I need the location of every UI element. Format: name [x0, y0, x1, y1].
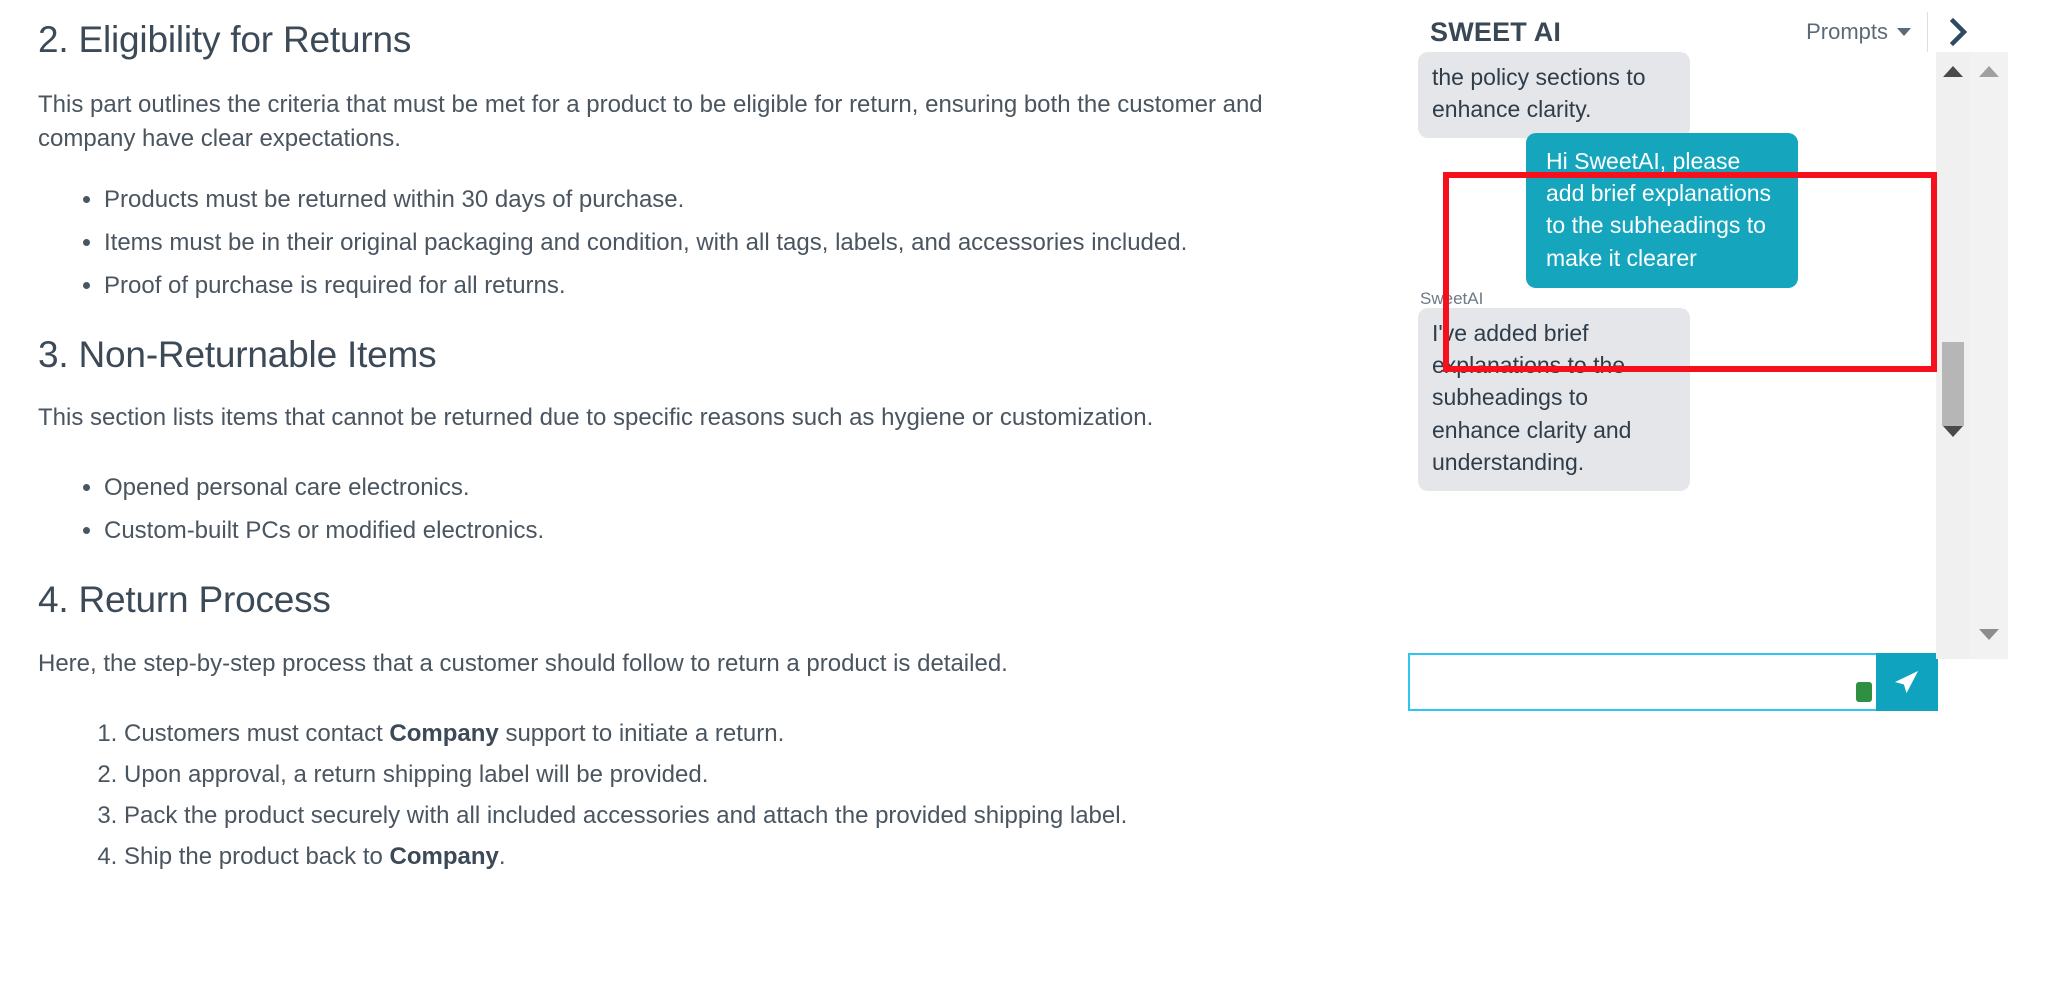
chat-message-assistant: the policy sections to enhance clarity. — [1418, 52, 1694, 139]
list-item: Custom-built PCs or modified electronics… — [104, 514, 1344, 548]
scroll-down-arrow-icon[interactable] — [1979, 629, 1999, 640]
prompts-dropdown[interactable]: Prompts — [1806, 19, 1927, 45]
chat-message-user: Hi SweetAI, please add brief explanation… — [1526, 133, 1798, 288]
list-item-text-pre: Ship the product back to — [124, 843, 390, 871]
scroll-down-arrow-icon[interactable] — [1943, 426, 1963, 437]
list-item: Opened personal care electronics. — [104, 471, 1344, 505]
section-heading-return-process: 4. Return Process — [38, 579, 331, 621]
section-list-non-returnable: Opened personal care electronics. Custom… — [38, 471, 1360, 548]
chat-scrollbar[interactable] — [1936, 52, 1970, 659]
section-heading-eligibility: 2. Eligibility for Returns — [38, 19, 412, 60]
list-item-text-pre: Pack the product securely with all inclu… — [124, 802, 1128, 830]
chat-message-assistant: I've added brief explanations to the sub… — [1418, 308, 1690, 491]
list-item: Proof of purchase is required for all re… — [104, 269, 1344, 303]
send-paper-plane-icon — [1895, 671, 1918, 693]
list-item-strong: Company — [389, 719, 499, 747]
chat-bubble-assistant: I've added brief explanations to the sub… — [1418, 308, 1690, 491]
chevron-down-icon — [1897, 28, 1911, 36]
chevron-right-icon[interactable] — [1928, 15, 1990, 49]
section-list-eligibility: Products must be returned within 30 days… — [38, 183, 1360, 303]
document-content: 2. Eligibility for Returns This part out… — [0, 0, 1400, 874]
document-pane: 2. Eligibility for Returns This part out… — [0, 0, 1400, 1002]
section-paragraph-return-process: Here, the step-by-step process that a cu… — [38, 649, 1008, 677]
section-heading-non-returnable: 3. Non-Returnable Items — [38, 333, 437, 375]
section-paragraph-non-returnable: This section lists items that cannot be … — [38, 404, 1154, 432]
send-button[interactable] — [1876, 653, 1938, 711]
list-item-text-pre: Customers must contact — [124, 719, 390, 747]
list-item: Products must be returned within 30 days… — [104, 183, 1344, 217]
chat-messages-scroll[interactable]: the policy sections to enhance clarity. … — [1408, 52, 1938, 604]
scroll-up-arrow-icon[interactable] — [1943, 66, 1963, 77]
list-item-text-post: . — [498, 843, 506, 871]
list-item-strong: Company — [389, 843, 499, 871]
resize-handle[interactable] — [1856, 682, 1872, 702]
section-list-return-process: Customers must contact Company support t… — [38, 717, 1360, 874]
prompts-dropdown-label: Prompts — [1806, 19, 1888, 44]
chat-bubble-user: Hi SweetAI, please add brief explanation… — [1526, 133, 1798, 288]
chat-panel-title: SWEET AI — [1430, 16, 1562, 47]
chat-message-input[interactable] — [1408, 653, 1876, 711]
list-item: Customers must contact Company support t… — [124, 717, 1360, 751]
list-item-text-post: support to initiate a return. — [498, 719, 785, 747]
list-item: Items must be in their original packagin… — [104, 226, 1344, 260]
list-item: Ship the product back to Company. — [124, 840, 1360, 874]
panel-scrollbar[interactable] — [1970, 52, 2008, 659]
sweet-ai-chat-panel: SWEET AI Prompts the policy sections to … — [1408, 0, 1990, 711]
scroll-up-arrow-icon[interactable] — [1979, 66, 1999, 77]
list-item: Pack the product securely with all inclu… — [124, 799, 1360, 833]
chat-bubble-assistant: the policy sections to enhance clarity. — [1418, 52, 1690, 139]
section-paragraph-eligibility: This part outlines the criteria that mus… — [38, 91, 1263, 153]
scrollbar-thumb[interactable] — [1942, 342, 1964, 426]
chat-input-row — [1408, 653, 1938, 711]
list-item: Upon approval, a return shipping label w… — [124, 758, 1360, 792]
chat-message-area: the policy sections to enhance clarity. … — [1408, 52, 1990, 711]
list-item-text-pre: Upon approval, a return shipping label w… — [124, 760, 709, 788]
